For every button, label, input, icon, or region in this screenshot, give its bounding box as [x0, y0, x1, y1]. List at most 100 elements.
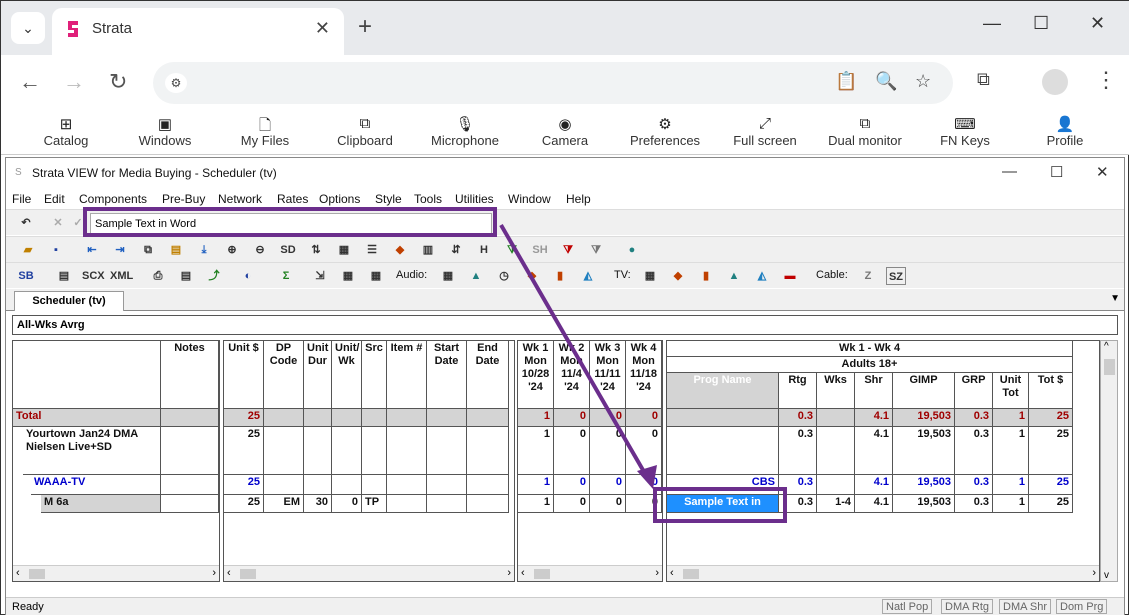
audio-bar-chart-icon[interactable]: ▮ — [550, 267, 570, 285]
paste-icon[interactable]: ▤ — [166, 241, 186, 259]
sigma-icon[interactable]: Σ — [276, 267, 296, 285]
scroll-right-icon[interactable]: › — [507, 567, 511, 579]
rating-cell[interactable]: 19,503 — [893, 409, 955, 427]
tv-car-icon[interactable]: ▬ — [780, 267, 800, 285]
menu-options[interactable]: Options — [319, 192, 360, 206]
header-col[interactable]: Start Date — [427, 341, 467, 409]
menu-window[interactable]: Window — [508, 192, 551, 206]
export-icon[interactable]: ⤴ — [204, 267, 224, 285]
scroll-up-icon[interactable]: ^ — [1104, 341, 1109, 352]
toolstrip-camera[interactable]: ◉ Camera — [515, 115, 615, 148]
header-week[interactable]: Wk 4 Mon 11/18 '24 — [626, 341, 662, 409]
filter-remove-icon[interactable]: ⧩ — [558, 241, 578, 259]
vscroll-thumb[interactable] — [1104, 359, 1115, 375]
rating-cell[interactable]: 25 — [1029, 409, 1073, 427]
scroll-right-icon[interactable]: › — [1092, 567, 1096, 579]
row-name[interactable]: Total — [13, 409, 161, 427]
help-icon[interactable]: ● — [622, 241, 642, 259]
strata-minimize-icon[interactable]: — — [1002, 163, 1017, 180]
rating-cell[interactable] — [667, 409, 779, 427]
header-rating[interactable]: GIMP — [893, 373, 955, 409]
menu-rates[interactable]: Rates — [277, 192, 308, 206]
xml-icon[interactable]: XML — [110, 267, 133, 285]
menu-components[interactable]: Components — [79, 192, 147, 206]
import-icon[interactable]: ⇲ — [310, 267, 330, 285]
detail-cell[interactable] — [467, 475, 509, 495]
header-col[interactable]: DP Code — [264, 341, 304, 409]
detail-cell[interactable] — [427, 427, 467, 475]
rating-cell[interactable]: 0.3 — [779, 409, 817, 427]
detail-cell[interactable]: 25 — [224, 427, 264, 475]
rating-cell[interactable]: 19,503 — [893, 495, 955, 513]
report-icon[interactable]: ▤ — [176, 267, 196, 285]
header-rating[interactable]: GRP — [955, 373, 993, 409]
zoom-out-icon[interactable]: ⊖ — [250, 241, 270, 259]
zoom-in-icon[interactable]: ⊕ — [222, 241, 242, 259]
audio-mountain-icon[interactable]: ▲ — [466, 267, 486, 285]
week-cell[interactable]: 0 — [554, 495, 590, 513]
avatar[interactable] — [1042, 69, 1068, 95]
row-name[interactable]: Yourtown Jan24 DMA Nielsen Live+SD — [23, 427, 161, 475]
scroll-right-icon[interactable]: › — [212, 567, 216, 579]
rating-cell[interactable]: 0.3 — [955, 475, 993, 495]
filter-icon[interactable]: ⧩ — [586, 241, 606, 259]
table-icon[interactable]: ▦ — [338, 267, 358, 285]
pane1-hscrollbar[interactable]: ‹ › — [13, 565, 219, 581]
header-week[interactable]: Wk 2 Mon 11/4 '24 — [554, 341, 590, 409]
week-cell[interactable]: 1 — [518, 409, 554, 427]
close-window-icon[interactable]: ✕ — [1090, 13, 1105, 34]
omnibox[interactable]: ⚙ 📋 🔍 ☆ — [153, 62, 953, 104]
scroll-left-icon[interactable]: ‹ — [227, 567, 231, 579]
week-cell[interactable]: 0 — [554, 475, 590, 495]
header-rating[interactable]: Wks — [817, 373, 855, 409]
save-icon[interactable]: ▪ — [46, 241, 66, 259]
notes-cell[interactable] — [161, 495, 219, 513]
rating-cell[interactable] — [817, 475, 855, 495]
notes-cell[interactable] — [161, 409, 219, 427]
detail-cell[interactable] — [332, 427, 362, 475]
toolstrip-fn-keys[interactable]: ⌨ FN Keys — [915, 115, 1015, 148]
tab-dropdown-icon[interactable]: ▼ — [1110, 293, 1120, 304]
detail-cell[interactable] — [387, 475, 427, 495]
toolstrip-windows[interactable]: ▣ Windows — [115, 115, 215, 148]
row-name[interactable]: WAAA-TV — [31, 475, 161, 495]
pane3-scroll-thumb[interactable] — [534, 569, 550, 579]
detail-cell[interactable] — [427, 495, 467, 513]
tab-scheduler-tv[interactable]: Scheduler (tv) — [14, 291, 124, 311]
week-cell[interactable]: 1 — [518, 495, 554, 513]
header-col[interactable]: Item # — [387, 341, 427, 409]
tv-bar-chart-icon[interactable]: ▮ — [696, 267, 716, 285]
insert-row-icon[interactable]: ⤓ — [194, 241, 214, 259]
notes-cell[interactable] — [161, 475, 219, 495]
site-settings-icon[interactable]: ⚙ — [165, 73, 187, 93]
pane4-scroll-thumb[interactable] — [683, 569, 699, 579]
flip-icon[interactable]: ⇅ — [306, 241, 326, 259]
scroll-right-icon[interactable]: › — [655, 567, 659, 579]
rating-cell[interactable] — [817, 409, 855, 427]
print-icon[interactable]: ⎙ — [148, 267, 168, 285]
scx-icon[interactable]: SCX — [82, 267, 105, 285]
open-folder-icon[interactable]: ▰ — [18, 241, 38, 259]
audio-calendar-icon[interactable]: ▦ — [438, 267, 458, 285]
rating-cell[interactable]: 1 — [993, 409, 1029, 427]
close-tab-icon[interactable]: ✕ — [315, 18, 330, 39]
audio-dp-icon[interactable]: ◆ — [522, 267, 542, 285]
detail-cell[interactable] — [304, 409, 332, 427]
grid-pane-details[interactable]: ‹ › Unit $25 25 25 25 DP Code EM Unit Dur 30 Unit… — [223, 340, 515, 582]
tab-search-button[interactable]: ⌄ — [11, 12, 45, 44]
header-week[interactable]: Wk 1 Mon 10/28 '24 — [518, 341, 554, 409]
star-icon[interactable]: ☆ — [915, 71, 931, 92]
audio-clock-icon[interactable]: ◷ — [494, 267, 514, 285]
rating-cell[interactable]: 0.3 — [779, 427, 817, 475]
zoom-icon[interactable]: 🔍 — [875, 71, 897, 92]
header-col[interactable]: Unit Dur — [304, 341, 332, 409]
week-cell[interactable]: 1 — [518, 475, 554, 495]
detail-cell[interactable] — [427, 475, 467, 495]
pane1-scroll-thumb[interactable] — [29, 569, 45, 579]
rating-cell[interactable]: 1-4 — [817, 495, 855, 513]
forward-arrow-icon[interactable]: → — [63, 69, 85, 95]
week-cell[interactable]: 0 — [554, 409, 590, 427]
pane2-scroll-thumb[interactable] — [240, 569, 256, 579]
grid-pane-weeks[interactable]: ‹ › Wk 1 Mon 10/28 '24 1 1 1 1 Wk 2 Mon 11/4 '… — [517, 340, 663, 582]
rating-cell[interactable]: 19,503 — [893, 475, 955, 495]
